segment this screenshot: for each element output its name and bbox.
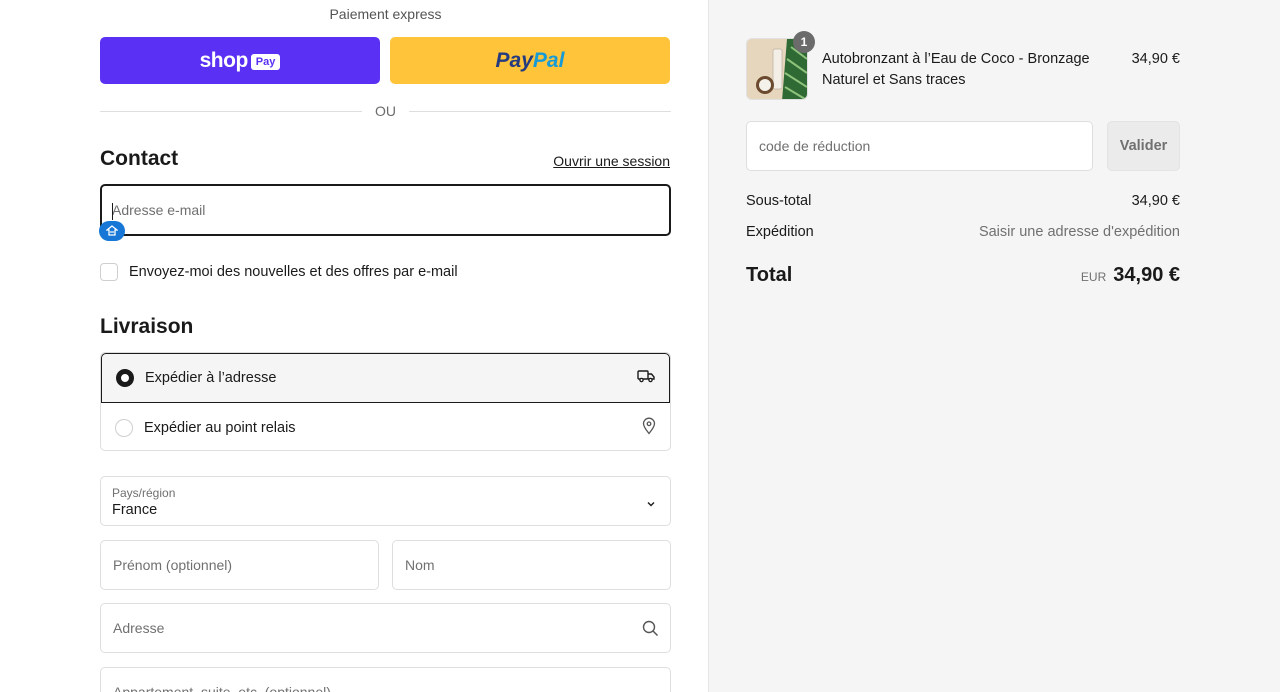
total-amount: EUR 34,90 €	[1081, 264, 1180, 287]
total-label: Total	[746, 264, 793, 286]
or-divider: OU	[100, 103, 671, 119]
ship-to-pickup-label: Expédier au point relais	[144, 419, 296, 436]
delivery-method-group: Expédier à l’adresse Expédier au point r…	[100, 352, 671, 451]
total-row: Total EUR 34,90 €	[746, 264, 1180, 287]
subtotal-label: Sous-total	[746, 193, 812, 209]
lastname-input[interactable]	[393, 541, 670, 589]
shop-pay-badge: Pay	[250, 53, 281, 70]
ship-to-address-option[interactable]: Expédier à l’adresse	[101, 353, 670, 403]
address-field[interactable]	[100, 603, 671, 653]
radio-selected[interactable]	[116, 369, 134, 387]
text-caret	[112, 203, 113, 220]
paypal-button[interactable]: Pay Pal	[390, 37, 670, 84]
subtotal-row: Sous-total 34,90 €	[746, 193, 1180, 209]
shipping-row: Expédition Saisir une adresse d'expéditi…	[746, 224, 1180, 240]
divider-line-right	[409, 111, 671, 112]
newsletter-checkbox[interactable]	[100, 263, 118, 281]
ship-to-pickup-option[interactable]: Expédier au point relais	[101, 403, 670, 450]
email-field[interactable]	[100, 184, 671, 236]
newsletter-checkbox-row[interactable]: Envoyez-moi des nouvelles et des offres …	[100, 263, 458, 281]
lastname-field[interactable]	[392, 540, 671, 590]
newsletter-label: Envoyez-moi des nouvelles et des offres …	[129, 264, 458, 280]
location-pin-icon	[642, 417, 656, 438]
country-value: France	[112, 502, 158, 518]
discount-field[interactable]	[746, 121, 1093, 171]
paypal-logo-part1: Pay	[495, 48, 533, 72]
login-link[interactable]: Ouvrir une session	[553, 153, 670, 169]
email-input[interactable]	[102, 186, 669, 234]
apartment-field[interactable]	[100, 667, 671, 692]
paypal-logo-part2: Pal	[532, 48, 565, 72]
or-text: OU	[375, 103, 396, 119]
chevron-down-icon	[646, 496, 656, 514]
total-value: 34,90 €	[1113, 264, 1180, 286]
address-input[interactable]	[101, 604, 670, 652]
firstname-field[interactable]	[100, 540, 379, 590]
quantity-badge: 1	[793, 31, 815, 53]
shop-pay-button[interactable]: shop Pay	[100, 37, 380, 84]
ship-to-address-label: Expédier à l’adresse	[145, 370, 277, 386]
autofill-icon[interactable]	[99, 221, 125, 241]
delivery-heading: Livraison	[100, 315, 194, 338]
firstname-input[interactable]	[101, 541, 378, 589]
express-checkout-title: Paiement express	[329, 6, 442, 22]
apartment-input[interactable]	[101, 668, 670, 692]
subtotal-value: 34,90 €	[1131, 193, 1180, 209]
truck-icon	[637, 369, 655, 387]
country-label: Pays/région	[112, 486, 176, 500]
order-summary-panel	[708, 0, 1280, 692]
country-select[interactable]: Pays/région France	[100, 476, 671, 526]
product-price: 34,90 €	[1131, 51, 1180, 67]
contact-heading: Contact	[100, 147, 179, 170]
shipping-value: Saisir une adresse d'expédition	[978, 224, 1180, 240]
radio-unselected[interactable]	[115, 418, 133, 437]
apply-discount-button[interactable]: Valider	[1107, 121, 1180, 171]
checkout-form-panel: Paiement express shop Pay Pay Pal OU Cont…	[0, 0, 708, 692]
divider-line-left	[100, 111, 362, 112]
shop-logo-text: shop	[199, 48, 249, 72]
search-icon[interactable]	[642, 620, 659, 642]
discount-input[interactable]	[747, 122, 1092, 170]
shipping-label: Expédition	[746, 224, 814, 240]
product-name: Autobronzant à l’Eau de Coco - Bronzage …	[822, 51, 1090, 88]
currency-code: EUR	[1080, 270, 1107, 284]
